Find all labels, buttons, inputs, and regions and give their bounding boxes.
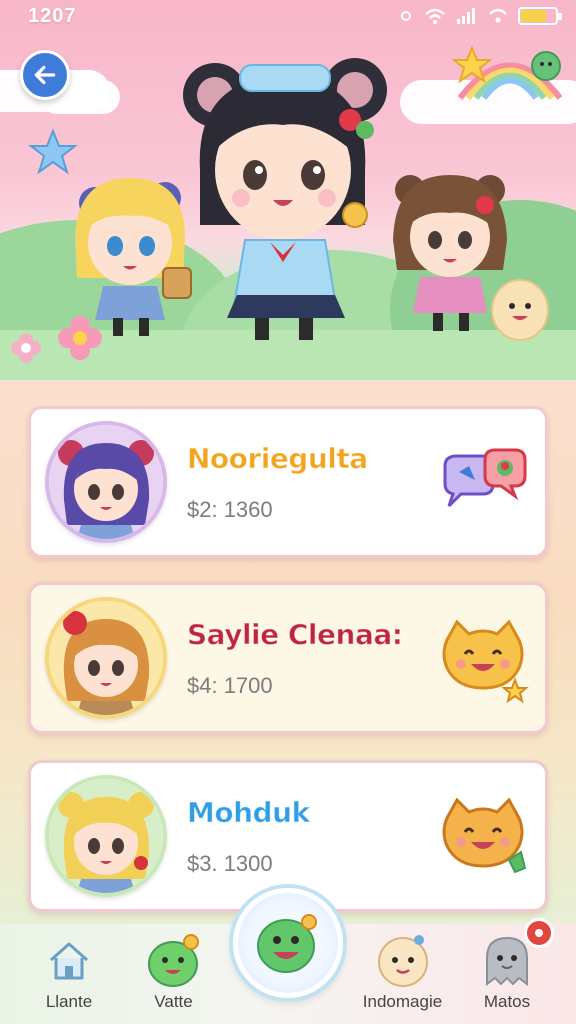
main-character-illustration [183, 58, 387, 340]
nav-label: Indomagie [362, 992, 443, 1011]
character-price: $2: 1360 [187, 496, 273, 522]
blonde-character-illustration [75, 178, 192, 336]
character-name: Nooriegulta [187, 441, 369, 475]
nav-label: Matos [483, 992, 531, 1011]
back-button[interactable] [20, 50, 70, 100]
character-avatar [45, 775, 167, 897]
flower-icon [11, 333, 41, 363]
smiling-cat-icon[interactable] [435, 788, 531, 884]
green-blob-icon [147, 934, 199, 987]
round-face-icon [377, 935, 428, 987]
character-name: Saylie Clenaa: [187, 617, 404, 651]
character-price: $3. 1300 [187, 850, 273, 876]
center-action-button[interactable] [233, 888, 343, 998]
notification-badge [524, 918, 554, 948]
happy-green-blob-icon [257, 914, 317, 973]
character-price: $4: 1700 [187, 672, 273, 698]
battery-fill [521, 10, 546, 22]
wifi-icon [425, 8, 445, 24]
nav-item-home[interactable]: Llante [24, 932, 114, 1012]
chat-bubbles-icon[interactable] [435, 434, 531, 530]
character-name: Mohduk [187, 795, 311, 829]
nav-item-vatte[interactable]: Vatte [129, 932, 219, 1012]
arrow-left-icon [34, 65, 56, 85]
status-bar: 1207 [0, 0, 576, 32]
character-avatar [45, 421, 167, 543]
smiling-cat-icon[interactable] [435, 610, 531, 706]
signal-icon [457, 8, 475, 24]
status-time: 1207 [28, 4, 77, 27]
rainbow-icon [451, 45, 563, 100]
character-card[interactable]: Saylie Clenaa: $4: 1700 [28, 582, 548, 734]
battery-icon [518, 7, 562, 25]
wifi-icon [489, 8, 507, 23]
nav-label: Vatte [154, 992, 193, 1011]
character-card[interactable]: Nooriegulta $2: 1360 [28, 406, 548, 558]
nav-label: Llante [45, 992, 93, 1011]
character-avatar [45, 597, 167, 719]
blob-creature-icon [491, 279, 549, 341]
home-icon [50, 942, 88, 980]
nav-item-indomagie[interactable]: Indomagie [358, 932, 448, 1012]
hero-banner [0, 0, 576, 400]
location-icon [401, 11, 411, 21]
